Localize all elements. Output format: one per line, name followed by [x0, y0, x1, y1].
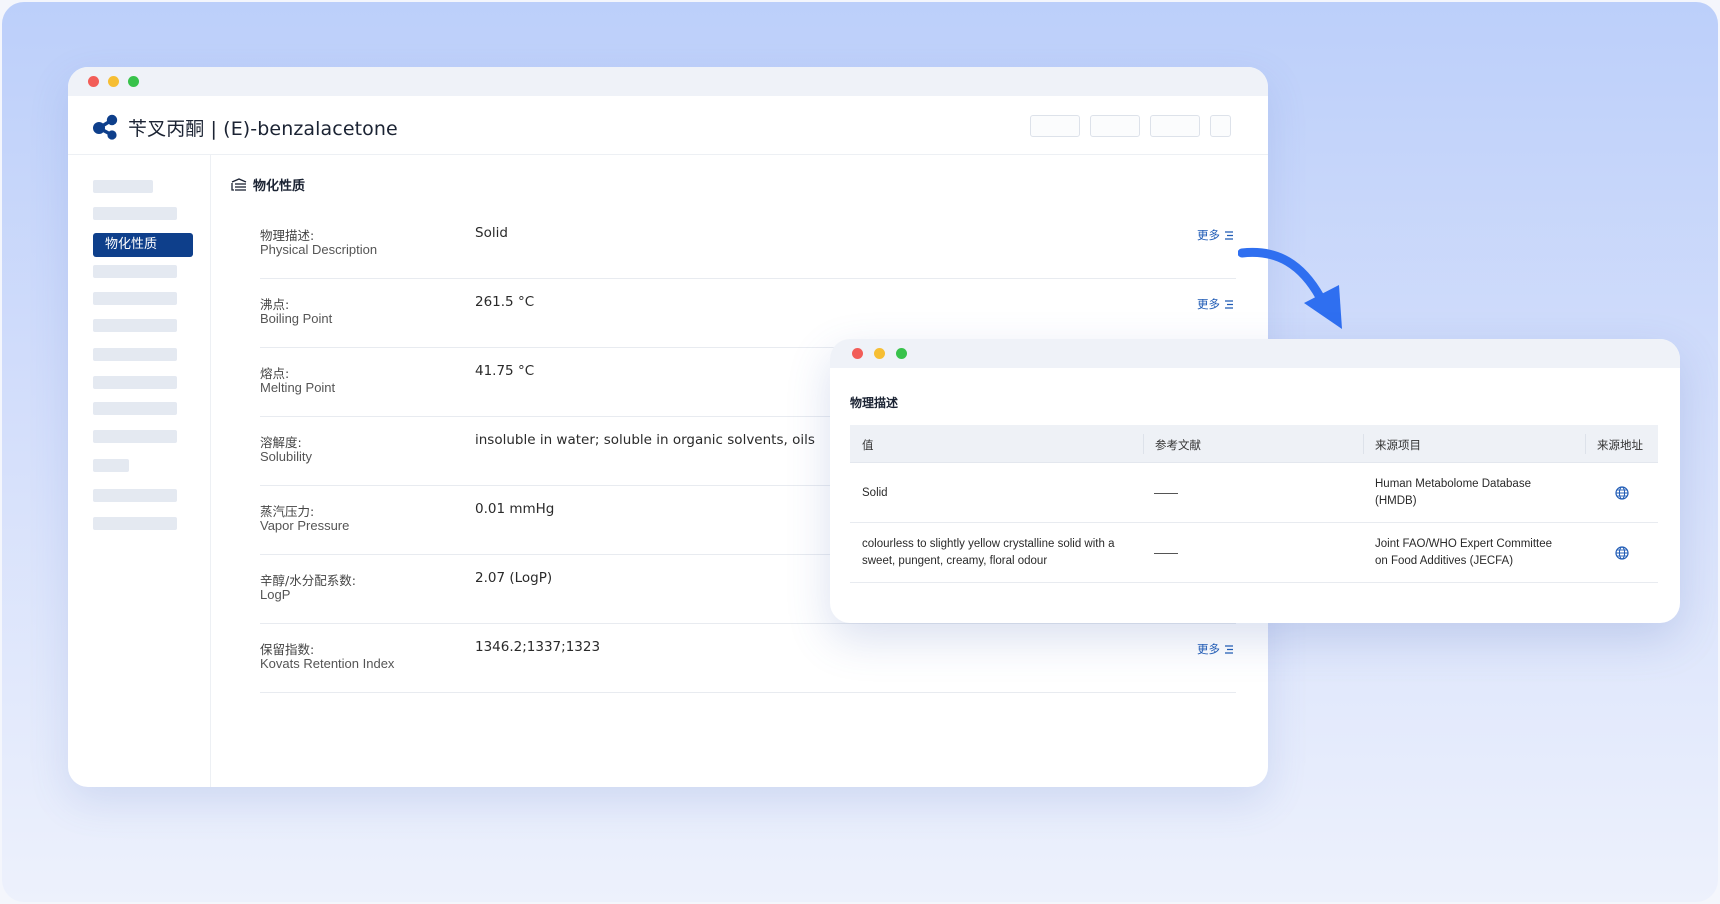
- property-label-en: Vapor Pressure: [260, 518, 350, 533]
- property-label-en: Solubility: [260, 449, 313, 464]
- header-button-2[interactable]: [1090, 115, 1140, 137]
- header-button-3[interactable]: [1150, 115, 1200, 137]
- molecule-logo-icon: [93, 114, 118, 140]
- section-title: 物化性质: [253, 179, 306, 194]
- globe-icon[interactable]: [1615, 546, 1629, 560]
- source-line: Joint FAO/WHO Expert Committee: [1375, 538, 1553, 550]
- sidebar-item-placeholder[interactable]: [93, 489, 177, 502]
- sidebar-item-placeholder[interactable]: [93, 376, 177, 389]
- empty-reference-dash: [1154, 553, 1178, 554]
- property-label-en: Melting Point: [260, 380, 336, 395]
- value-line: colourless to slightly yellow crystallin…: [862, 538, 1115, 550]
- header-button-4[interactable]: [1210, 115, 1231, 137]
- sidebar-item-physchem[interactable]: 物化性质: [93, 233, 193, 257]
- property-label-en: Physical Description: [260, 242, 378, 257]
- more-label: 更多: [1197, 228, 1220, 242]
- table-row: Solid Human Metabolome Database (HMDB): [850, 463, 1658, 523]
- section-header: 物化性质: [231, 175, 305, 194]
- column-divider: [1363, 434, 1364, 454]
- column-divider: [1585, 434, 1586, 454]
- list-icon: [1225, 299, 1233, 309]
- close-window-dot[interactable]: [88, 76, 99, 87]
- property-row: 物理描述: Physical Description Solid 更多: [260, 210, 1236, 279]
- header-button-1[interactable]: [1030, 115, 1080, 137]
- column-header: 值: [862, 438, 874, 452]
- list-icon: [1225, 230, 1233, 240]
- property-value: 0.01 mmHg: [475, 501, 555, 517]
- sidebar-item-placeholder[interactable]: [93, 348, 177, 361]
- layers-icon: [231, 177, 247, 191]
- more-label: 更多: [1197, 297, 1220, 311]
- list-icon: [1225, 644, 1233, 654]
- detail-popup-window: 物理描述 值 参考文献 来源项目 来源地址 Solid Human Metabo…: [830, 339, 1680, 623]
- maximize-window-dot[interactable]: [896, 348, 907, 359]
- more-label: 更多: [1197, 642, 1220, 656]
- property-row: 保留指数: Kovats Retention Index 1346.2;1337…: [260, 624, 1236, 693]
- property-value: 41.75 °C: [475, 363, 535, 379]
- popup-titlebar: [830, 339, 1680, 368]
- column-header: 参考文献: [1155, 438, 1201, 452]
- sidebar-item-placeholder[interactable]: [93, 319, 177, 332]
- popup-title: 物理描述: [850, 396, 899, 410]
- more-link[interactable]: 更多: [1197, 227, 1234, 243]
- source-line: Human Metabolome Database: [1375, 478, 1531, 490]
- sidebar-item-placeholder[interactable]: [93, 459, 129, 472]
- cell-source: Joint FAO/WHO Expert Committee on Food A…: [1375, 536, 1552, 570]
- backdrop: 苄叉丙酮 | (E)-benzalacetone 物化性质 物化性质 物理描述:…: [2, 2, 1718, 902]
- table-row: colourless to slightly yellow crystallin…: [850, 523, 1658, 583]
- close-window-dot[interactable]: [852, 348, 863, 359]
- property-value: 261.5 °C: [475, 294, 535, 310]
- sidebar-item-placeholder[interactable]: [93, 207, 177, 220]
- column-header: 来源项目: [1375, 438, 1421, 452]
- source-line: on Food Additives (JECFA): [1375, 555, 1514, 567]
- minimize-window-dot[interactable]: [874, 348, 885, 359]
- property-value: insoluble in water; soluble in organic s…: [475, 432, 815, 448]
- property-label-en: Kovats Retention Index: [260, 656, 395, 671]
- sidebar: 物化性质: [68, 155, 211, 787]
- property-row: 沸点: Boiling Point 261.5 °C 更多: [260, 279, 1236, 348]
- sidebar-item-placeholder[interactable]: [93, 430, 177, 443]
- maximize-window-dot[interactable]: [128, 76, 139, 87]
- property-value: 2.07 (LogP): [475, 570, 553, 586]
- sidebar-item-placeholder[interactable]: [93, 517, 177, 530]
- source-line: (HMDB): [1375, 495, 1417, 507]
- empty-reference-dash: [1154, 493, 1178, 494]
- sidebar-item-placeholder[interactable]: [93, 402, 177, 415]
- cell-value: Solid: [862, 487, 888, 499]
- sources-table: 值 参考文献 来源项目 来源地址 Solid Human Metabolome …: [850, 425, 1658, 583]
- curved-arrow-icon: [1238, 247, 1342, 329]
- compound-title: 苄叉丙酮 | (E)-benzalacetone: [128, 118, 398, 140]
- minimize-window-dot[interactable]: [108, 76, 119, 87]
- sidebar-item-placeholder[interactable]: [93, 292, 177, 305]
- main-titlebar: [68, 67, 1268, 96]
- globe-icon[interactable]: [1615, 486, 1629, 500]
- property-label-en: LogP: [260, 587, 291, 602]
- cell-source: Human Metabolome Database (HMDB): [1375, 476, 1531, 510]
- property-value: 1346.2;1337;1323: [475, 639, 601, 655]
- table-header: 值 参考文献 来源项目 来源地址: [850, 425, 1658, 463]
- value-line: sweet, pungent, creamy, floral odour: [862, 555, 1048, 567]
- app-header: 苄叉丙酮 | (E)-benzalacetone: [68, 96, 1268, 155]
- property-label-en: Boiling Point: [260, 311, 333, 326]
- property-value: Solid: [475, 225, 508, 241]
- more-link[interactable]: 更多: [1197, 296, 1234, 312]
- sidebar-item-placeholder[interactable]: [93, 265, 177, 278]
- cell-value: colourless to slightly yellow crystallin…: [862, 536, 1114, 570]
- sidebar-item-placeholder[interactable]: [93, 180, 153, 193]
- column-divider: [1143, 434, 1144, 454]
- column-header: 来源地址: [1597, 438, 1643, 452]
- more-link[interactable]: 更多: [1197, 641, 1234, 657]
